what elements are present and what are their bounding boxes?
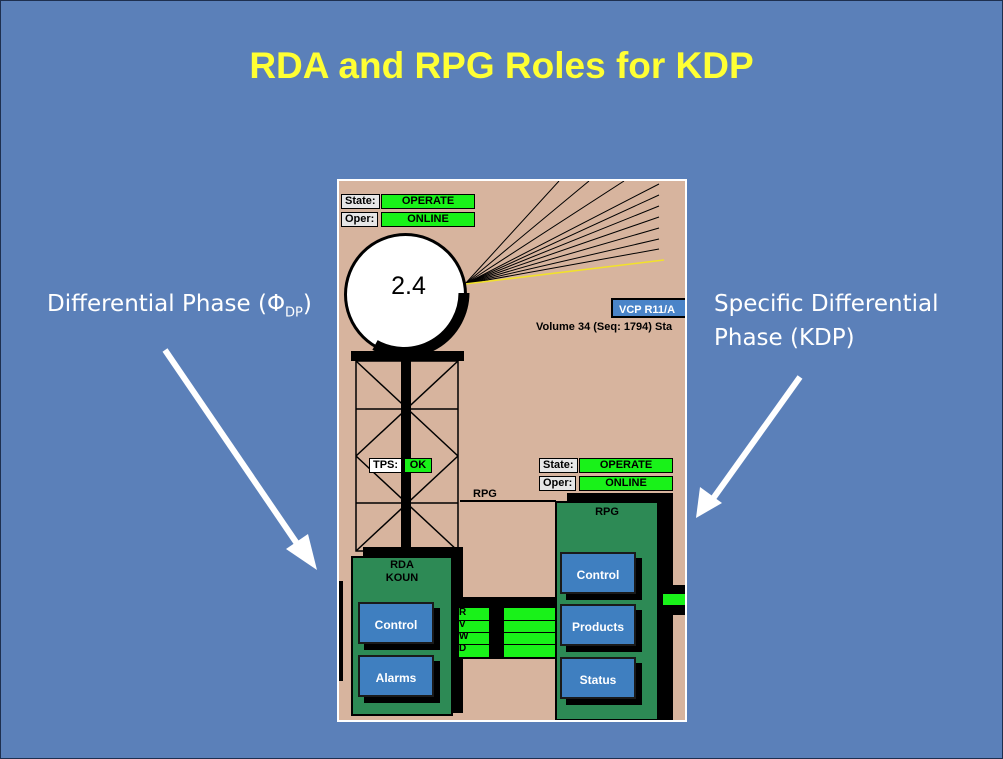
left-arrow xyxy=(162,348,303,550)
rpg-hci-screenshot: State: OPERATE Oper: ONLINE 2.4 VCP R11/… xyxy=(337,179,687,722)
vcp-badge[interactable]: VCP R11/A xyxy=(611,298,685,318)
bus-divider xyxy=(459,632,556,633)
radar-tower xyxy=(351,351,464,552)
rpg-oper-key: Oper: xyxy=(539,476,577,491)
bus-top-rail xyxy=(453,597,557,607)
rda-control-button[interactable]: Control xyxy=(358,602,434,644)
bus-divider xyxy=(459,620,556,621)
rda-title-line1: RDA xyxy=(390,559,414,571)
rpg-connection-line xyxy=(460,500,556,502)
rpg-line-label: RPG xyxy=(473,488,497,500)
right-connector-green xyxy=(663,594,685,605)
left-edge-strip xyxy=(339,581,343,681)
rpg-state-key: State: xyxy=(539,458,578,473)
rpg-block-title: RPG xyxy=(595,506,619,518)
rpg-status-button[interactable]: Status xyxy=(560,657,636,699)
rda-alarms-button[interactable]: Alarms xyxy=(358,655,434,697)
rda-title-line2: KOUN xyxy=(385,572,419,584)
rpg-control-button[interactable]: Control xyxy=(560,552,636,594)
tps-key: TPS: xyxy=(369,458,403,473)
bus-letter: V xyxy=(459,619,466,630)
rpg-oper-value: ONLINE xyxy=(579,476,673,491)
right-arrow xyxy=(709,375,803,502)
bus-letter: D xyxy=(459,643,467,654)
rpg-products-button[interactable]: Products xyxy=(560,604,636,646)
rpg-state-value: OPERATE xyxy=(579,458,673,473)
bus-letter: W xyxy=(459,631,469,642)
rda-block-title: RDA KOUN xyxy=(351,559,453,585)
bus-letter: R xyxy=(459,607,467,618)
tps-value: OK xyxy=(404,458,432,473)
volume-scan-text: Volume 34 (Seq: 1794) Sta xyxy=(536,321,673,333)
bus-divider xyxy=(459,644,556,645)
